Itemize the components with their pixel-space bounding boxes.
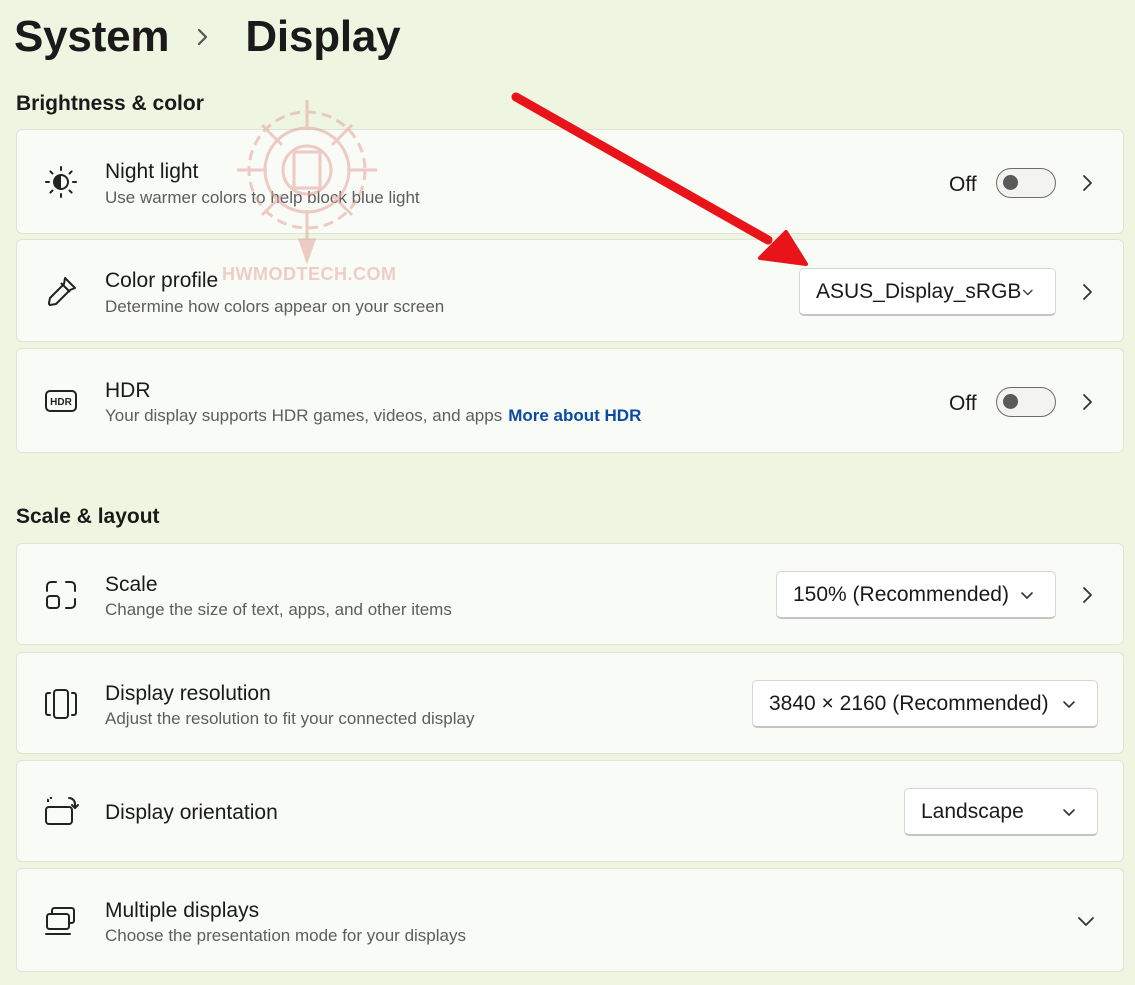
page-title: Display xyxy=(245,12,401,61)
display-resolution-desc: Adjust the resolution to fit your connec… xyxy=(105,709,475,728)
scale-icon xyxy=(43,577,79,613)
night-light-state: Off xyxy=(949,173,977,196)
resolution-icon xyxy=(43,686,79,722)
scale-value: 150% (Recommended) xyxy=(793,582,1009,606)
chevron-right-icon[interactable] xyxy=(1077,173,1097,193)
display-resolution-value: 3840 × 2160 (Recommended) xyxy=(769,691,1049,715)
section-title-scale: Scale & layout xyxy=(16,505,160,528)
color-profile-value: ASUS_Display_sRGB xyxy=(816,279,1022,303)
display-resolution-card[interactable]: Display resolution Adjust the resolution… xyxy=(16,652,1124,754)
multiple-displays-desc: Choose the presentation mode for your di… xyxy=(105,926,466,945)
breadcrumb: System Display xyxy=(14,10,401,64)
display-orientation-title: Display orientation xyxy=(105,801,278,824)
eyedropper-icon xyxy=(43,274,79,310)
hdr-toggle[interactable] xyxy=(996,387,1056,417)
scale-card[interactable]: Scale Change the size of text, apps, and… xyxy=(16,543,1124,645)
hdr-card[interactable]: HDR HDR Your display supports HDR games,… xyxy=(16,348,1124,453)
svg-text:HDR: HDR xyxy=(50,397,72,408)
hdr-desc-wrap: Your display supports HDR games, videos,… xyxy=(105,406,641,426)
chevron-down-icon xyxy=(1063,700,1075,708)
multiple-displays-icon xyxy=(43,903,79,939)
color-profile-title: Color profile xyxy=(105,269,219,292)
scale-dropdown[interactable]: 150% (Recommended) xyxy=(776,571,1056,619)
display-orientation-value: Landscape xyxy=(921,799,1024,823)
chevron-down-icon xyxy=(1023,289,1034,295)
scale-desc: Change the size of text, apps, and other… xyxy=(105,600,452,619)
display-orientation-dropdown[interactable]: Landscape xyxy=(904,788,1098,836)
color-profile-desc: Determine how colors appear on your scre… xyxy=(105,297,445,316)
night-light-toggle[interactable] xyxy=(996,168,1056,198)
toggle-knob xyxy=(1003,394,1018,409)
chevron-down-icon xyxy=(1063,808,1075,816)
chevron-right-icon[interactable] xyxy=(1077,585,1097,605)
hdr-state: Off xyxy=(949,392,977,415)
multiple-displays-card[interactable]: Multiple displays Choose the presentatio… xyxy=(16,868,1124,972)
chevron-down-icon[interactable] xyxy=(1075,910,1097,932)
more-about-hdr-link[interactable]: More about HDR xyxy=(508,406,641,425)
hdr-desc: Your display supports HDR games, videos,… xyxy=(105,406,503,425)
chevron-right-icon[interactable] xyxy=(1077,392,1097,412)
display-resolution-title: Display resolution xyxy=(105,682,271,705)
chevron-right-icon xyxy=(187,21,219,53)
hdr-icon: HDR xyxy=(43,383,79,419)
chevron-down-icon xyxy=(1021,591,1033,599)
multiple-displays-title: Multiple displays xyxy=(105,899,260,922)
display-resolution-dropdown[interactable]: 3840 × 2160 (Recommended) xyxy=(752,680,1098,728)
chevron-right-icon[interactable] xyxy=(1077,282,1097,302)
orientation-icon xyxy=(43,794,79,830)
watermark-logo: HWMODTECH.COM xyxy=(222,90,397,290)
sun-moon-icon xyxy=(43,164,79,200)
night-light-title: Night light xyxy=(105,160,199,183)
section-title-brightness: Brightness & color xyxy=(16,92,204,115)
night-light-card[interactable]: Night light Use warmer colors to help bl… xyxy=(16,129,1124,234)
watermark-text: HWMODTECH.COM xyxy=(222,264,397,284)
toggle-knob xyxy=(1003,175,1018,190)
hdr-title: HDR xyxy=(105,379,151,402)
breadcrumb-system[interactable]: System xyxy=(14,12,170,62)
color-profile-dropdown[interactable]: ASUS_Display_sRGB xyxy=(799,268,1056,316)
scale-title: Scale xyxy=(105,573,158,596)
color-profile-card[interactable]: Color profile Determine how colors appea… xyxy=(16,239,1124,342)
display-orientation-card[interactable]: Display orientation Landscape xyxy=(16,760,1124,862)
